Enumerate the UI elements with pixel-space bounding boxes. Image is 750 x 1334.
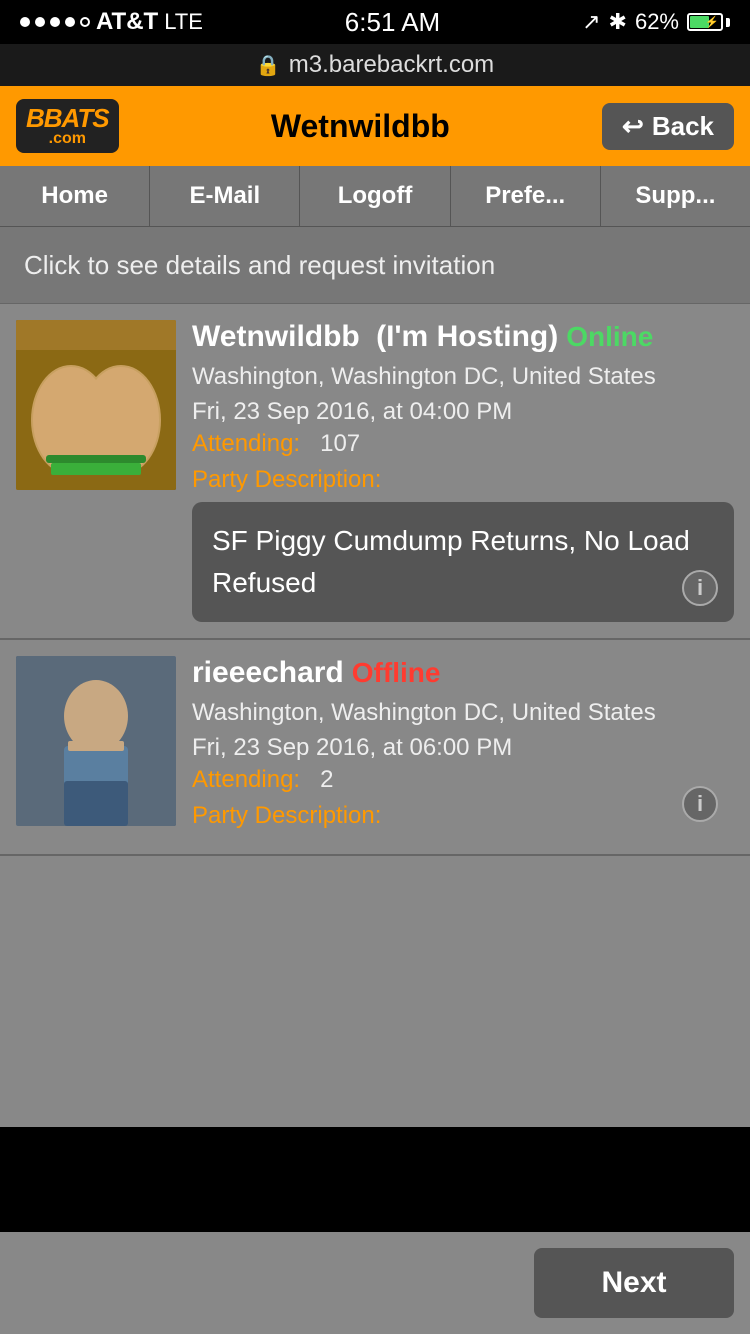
logo-top: BBATS bbox=[26, 105, 109, 131]
party-info-1: Wetnwildbb (I'm Hosting) Online Washingt… bbox=[192, 320, 734, 622]
dot-4 bbox=[65, 17, 75, 27]
attending-count-value-2: 2 bbox=[320, 766, 333, 793]
lock-icon: 🔒 bbox=[256, 53, 281, 78]
party-date-2: Fri, 23 Sep 2016, at 06:00 PM bbox=[192, 734, 734, 762]
dot-3 bbox=[50, 17, 60, 27]
click-banner[interactable]: Click to see details and request invitat… bbox=[0, 227, 750, 304]
party-thumbnail-2 bbox=[16, 656, 176, 826]
click-banner-text: Click to see details and request invitat… bbox=[24, 250, 495, 280]
attending-count-2 bbox=[307, 766, 314, 793]
party-username-2: rieeechard bbox=[192, 656, 344, 690]
dot-1 bbox=[20, 17, 30, 27]
signal-dots bbox=[20, 17, 90, 27]
dot-5 bbox=[80, 17, 90, 27]
carrier-label: AT&T bbox=[96, 8, 158, 36]
profile-image-1 bbox=[16, 320, 176, 490]
info-icon-2[interactable]: i bbox=[682, 786, 718, 822]
back-label: Back bbox=[652, 111, 714, 142]
party-desc-label-1: Party Description: bbox=[192, 466, 734, 494]
battery-percentage: 62% bbox=[635, 9, 679, 35]
tab-preferences[interactable]: Prefe... bbox=[451, 166, 601, 226]
party-details-1: Wetnwildbb (I'm Hosting) Online Washingt… bbox=[192, 320, 734, 622]
nav-tabs: Home E-Mail Logoff Prefe... Supp... bbox=[0, 166, 750, 227]
clock: 6:51 AM bbox=[345, 7, 440, 38]
bluetooth-icon: ✱ bbox=[609, 9, 627, 35]
tab-email[interactable]: E-Mail bbox=[150, 166, 300, 226]
party-desc-label-2: Party Description: bbox=[192, 802, 734, 830]
party-date-1: Fri, 23 Sep 2016, at 04:00 PM bbox=[192, 398, 734, 426]
party-status-2: Offline bbox=[352, 657, 441, 689]
info-icon-1[interactable]: i bbox=[682, 570, 718, 606]
tab-support[interactable]: Supp... bbox=[601, 166, 750, 226]
attending-count-1 bbox=[307, 430, 314, 457]
party-location-2: Washington, Washington DC, United States bbox=[192, 696, 734, 730]
party-thumbnail-1 bbox=[16, 320, 176, 490]
dot-2 bbox=[35, 17, 45, 27]
attending-label-1: Attending: bbox=[192, 430, 300, 457]
status-bar: AT&T LTE 6:51 AM ↗ ✱ 62% ⚡ bbox=[0, 0, 750, 44]
back-arrow-icon: ↩ bbox=[622, 111, 644, 142]
logo-bottom: .com bbox=[49, 131, 86, 147]
battery-icon: ⚡ bbox=[687, 13, 730, 31]
party-description-text-1: SF Piggy Cumdump Returns, No Load Refuse… bbox=[212, 525, 690, 598]
main-content: Click to see details and request invitat… bbox=[0, 227, 750, 1127]
logo: BBATS .com bbox=[16, 99, 119, 153]
party-status-1: Online bbox=[566, 321, 653, 353]
party-username-1: Wetnwildbb bbox=[192, 320, 368, 354]
profile-image-2 bbox=[16, 656, 176, 826]
battery-bolt-icon: ⚡ bbox=[705, 16, 719, 29]
party-details-2: rieeechard Offline Washington, Washingto… bbox=[192, 656, 734, 830]
party-info-2: rieeechard Offline Washington, Washingto… bbox=[192, 656, 734, 838]
next-button[interactable]: Next bbox=[534, 1248, 734, 1318]
tab-home[interactable]: Home bbox=[0, 166, 150, 226]
network-label: LTE bbox=[164, 9, 203, 35]
status-right: ↗ ✱ 62% ⚡ bbox=[582, 9, 730, 35]
back-button[interactable]: ↩ Back bbox=[602, 103, 734, 150]
party-name-row-2: rieeechard Offline bbox=[192, 656, 734, 690]
app-header: BBATS .com Wetnwildbb ↩ Back bbox=[0, 86, 750, 166]
attending-count-value-1: 107 bbox=[320, 430, 360, 457]
battery-tip bbox=[726, 18, 730, 27]
party-description-box-1: SF Piggy Cumdump Returns, No Load Refuse… bbox=[192, 502, 734, 622]
attending-label-2: Attending: bbox=[192, 766, 300, 793]
status-left: AT&T LTE bbox=[20, 8, 203, 36]
address-bar[interactable]: 🔒 m3.barebackrt.com bbox=[0, 44, 750, 86]
party-card-2[interactable]: rieeechard Offline Washington, Washingto… bbox=[0, 640, 750, 856]
party-card-1[interactable]: Wetnwildbb (I'm Hosting) Online Washingt… bbox=[0, 304, 750, 640]
party-name-row-1: Wetnwildbb (I'm Hosting) Online bbox=[192, 320, 734, 354]
bottom-spacer bbox=[0, 856, 750, 936]
bottom-bar: Next bbox=[0, 1232, 750, 1334]
url-display: m3.barebackrt.com bbox=[289, 51, 494, 79]
page-title: Wetnwildbb bbox=[271, 108, 450, 145]
party-hosting-label-1: (I'm Hosting) bbox=[376, 320, 558, 354]
party-attending-2: Attending: 2 bbox=[192, 766, 734, 794]
tab-logoff[interactable]: Logoff bbox=[300, 166, 450, 226]
location-arrow-icon: ↗ bbox=[582, 9, 600, 35]
party-attending-1: Attending: 107 bbox=[192, 430, 734, 458]
party-location-1: Washington, Washington DC, United States bbox=[192, 360, 734, 394]
